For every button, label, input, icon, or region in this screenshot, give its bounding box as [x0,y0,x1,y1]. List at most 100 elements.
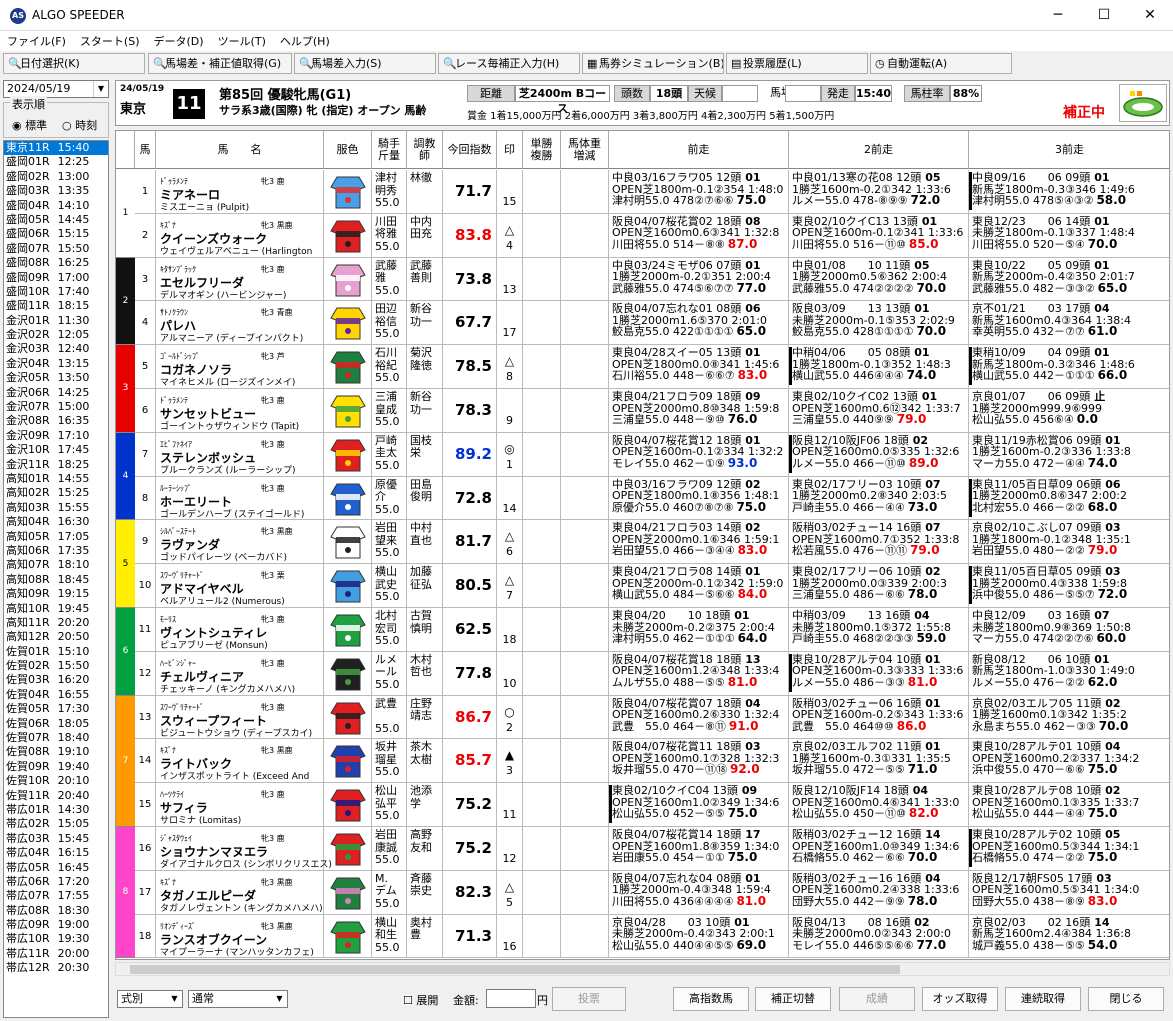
menu-item[interactable]: ツール(T) [211,31,273,51]
race-list-item[interactable]: 金沢02R 12:05 [4,328,108,342]
race-list-item[interactable]: 佐賀11R 20:40 [4,789,108,803]
toolbar-button[interactable]: 🔍日付選択(K) [3,53,145,74]
race-list-item[interactable]: 佐賀10R 20:10 [4,774,108,788]
bet-mode-select[interactable]: 通常 ▼ [188,990,288,1008]
race-list-item[interactable]: 佐賀05R 17:30 [4,702,108,716]
race-list-item[interactable]: 金沢01R 11:30 [4,314,108,328]
horse-row[interactable]: 18 ﾘｵﾝﾃﾞｨｰｽﾞ 牝3 黒鹿 ランスオブクイーン マイプーラーナ (マンハッタン… [135,914,1169,959]
high-index-button[interactable]: 高指数馬 [673,987,749,1011]
race-list-item[interactable]: 高知07R 18:10 [4,558,108,572]
horse-row[interactable]: 1 ﾄﾞｩﾗﾒﾝﾃ 牝3 鹿ミアネーロ ミスエーニョ (Pulpit) 津村 明秀 55.0… [135,170,1169,214]
horse-row[interactable]: 14 ｷｽﾞﾅ 牝3 黒鹿 ライトバック インザスポットライト (Exceed And 坂… [135,739,1169,784]
race-list-item[interactable]: 高知02R 15:25 [4,486,108,500]
mark-header[interactable]: 印 [497,131,523,169]
horse-row[interactable]: 8 ﾙｰﾗｰｼｯﾌﾟ 牝3 鹿ホーエリート ゴールデンハープ (ステイゴールド) 原優介… [135,476,1169,521]
horse-number-header[interactable] [116,131,135,169]
race-list-item[interactable]: 高知01R 14:55 [4,472,108,486]
continuous-fetch-button[interactable]: 連続取得 [1005,987,1081,1011]
race-list-item[interactable]: 盛岡08R 16:25 [4,256,108,270]
race-list-item[interactable]: 金沢07R 15:00 [4,400,108,414]
horse-row[interactable]: 10 ｽﾜｰｳﾞﾘﾁｬｰﾄﾞ 牝3 栗アドマイヤベル ベルアリュール2 (Numero… [135,564,1169,608]
odds-header[interactable]: 単勝 複勝 [523,131,561,169]
race-list-item[interactable]: 金沢04R 13:15 [4,357,108,371]
race-list-item[interactable]: 金沢09R 17:10 [4,429,108,443]
race-list-item[interactable]: 高知03R 15:55 [4,501,108,515]
horizontal-scrollbar[interactable] [115,962,1170,976]
toolbar-button[interactable]: 🔍馬場差入力(S) [294,53,436,74]
race-list-item[interactable]: 盛岡01R 12:25 [4,155,108,169]
race-list-item[interactable]: 帯広09R 19:00 [4,918,108,932]
race-list-item[interactable]: 高知05R 17:05 [4,530,108,544]
race-list-item[interactable]: 帯広11R 20:00 [4,947,108,961]
horse-row[interactable]: 15 ﾊｰﾂｸﾗｲ 牝3 鹿サフィラ サロミナ (Lomitas) 松山 弘平 55.0 池添… [135,783,1169,827]
race-list-item[interactable]: 盛岡10R 17:40 [4,285,108,299]
race-list-item[interactable]: 金沢03R 12:40 [4,342,108,356]
index-header[interactable]: 今回指数 [443,131,497,169]
weight-header[interactable]: 馬体重 増減 [561,131,609,169]
race-list-item[interactable]: 東京11R 15:40 [4,141,108,156]
race-list-item[interactable]: 帯広12R 20:30 [4,961,108,975]
race-list-item[interactable]: 盛岡02R 13:00 [4,170,108,184]
race-list-item[interactable]: 盛岡05R 14:45 [4,213,108,227]
race-list-item[interactable]: 盛岡09R 17:00 [4,271,108,285]
race-list-item[interactable]: 高知12R 20:50 [4,630,108,644]
horse-row[interactable]: 6 ﾄﾞｩﾗﾒﾝﾃ 牝3 鹿サンセットビュー ゴーイントゥザウィンドウ (Tapit)… [135,389,1169,433]
toolbar-button[interactable]: ▦ 馬券シミュレーション(B) [582,53,724,74]
prev3-header[interactable]: 3前走 [969,131,1169,169]
race-list-item[interactable]: 高知10R 19:45 [4,602,108,616]
horse-name-header[interactable]: 馬 名 [156,131,324,169]
menu-item[interactable]: データ(D) [147,31,211,51]
menu-item[interactable]: ヘルプ(H) [273,31,337,51]
race-list-item[interactable]: 佐賀07R 18:40 [4,731,108,745]
toolbar-button[interactable]: ▤ 投票履歴(L) [726,53,868,74]
order-time-radio[interactable]: ○ 時刻 [62,117,97,133]
silk-header[interactable]: 服色 [324,131,372,169]
race-list-item[interactable]: 帯広06R 17:20 [4,875,108,889]
race-list-item[interactable]: 盛岡11R 18:15 [4,299,108,313]
race-list-item[interactable]: 佐賀04R 16:55 [4,688,108,702]
race-list-item[interactable]: 帯広01R 14:30 [4,803,108,817]
menu-item[interactable]: ファイル(F) [0,31,73,51]
horse-row[interactable]: 2 ｷｽﾞﾅ 牝3 黒鹿 クイーンズウォーク ウェイヴェルアベニュー (Harlingt… [135,213,1169,258]
toolbar-button[interactable]: 🔍馬場差・補正値取得(G) [148,53,292,74]
race-list-item[interactable]: 帯広05R 16:45 [4,861,108,875]
race-list-item[interactable]: 金沢08R 16:35 [4,414,108,428]
race-list-item[interactable]: 盛岡03R 13:35 [4,184,108,198]
race-list-item[interactable]: 高知06R 17:35 [4,544,108,558]
trainer-header[interactable]: 調教 師 [407,131,443,169]
race-list[interactable]: 東京11R 15:40 盛岡01R 12:25 盛岡02R 13:00 盛岡03R 13:35… [3,140,109,1018]
race-list-item[interactable]: 高知11R 20:20 [4,616,108,630]
horse-row[interactable]: 5 ｺﾞｰﾙﾄﾞｼｯﾌﾟ 牝3 芦コガネノソラ マイネヒメル (ロージズインメイ) 石川… [135,345,1169,389]
minimize-button[interactable]: ─ [1035,0,1081,31]
prev1-header[interactable]: 前走 [609,131,789,169]
race-list-item[interactable]: 佐賀01R 15:10 [4,645,108,659]
race-list-item[interactable]: 金沢05R 13:50 [4,371,108,385]
race-list-item[interactable]: 帯広10R 19:30 [4,932,108,946]
race-list-item[interactable]: 佐賀06R 18:05 [4,717,108,731]
toolbar-button[interactable]: 🔍レース毎補正入力(H) [438,53,580,74]
maximize-button[interactable]: ☐ [1081,0,1127,31]
race-list-item[interactable]: 高知04R 16:30 [4,515,108,529]
expand-checkbox[interactable]: ☐ 展開 [403,992,438,1008]
race-list-item[interactable]: 佐賀03R 16:20 [4,673,108,687]
race-list-item[interactable]: 金沢06R 14:25 [4,386,108,400]
chevron-down-icon[interactable]: ▼ [272,991,287,1007]
race-list-item[interactable]: 帯広08R 18:30 [4,904,108,918]
race-list-item[interactable]: 帯広03R 15:45 [4,832,108,846]
chevron-down-icon[interactable]: ▼ [93,81,108,97]
chevron-down-icon[interactable]: ▼ [167,991,182,1007]
menu-item[interactable]: スタート(S) [73,31,147,51]
horse-row[interactable]: 17 ｷｽﾞﾅ 牝3 黒鹿 タガノエルピーダ タガノレヴェントン (キングカメハメハ) M… [135,870,1169,915]
horse-number-header[interactable]: 馬 [135,131,156,169]
race-list-item[interactable]: 金沢10R 17:45 [4,443,108,457]
race-list-item[interactable]: 盛岡04R 14:10 [4,199,108,213]
close-window-button[interactable]: ✕ [1127,0,1173,31]
jockey-header[interactable]: 騎手 斤量 [372,131,407,169]
race-list-item[interactable]: 佐賀08R 19:10 [4,745,108,759]
order-standard-radio[interactable]: ◉ 標準 [12,117,47,133]
horse-row[interactable]: 3 ｷﾀｻﾝﾌﾞﾗｯｸ 牝3 鹿エセルフリーダ デルマオギン (ハービンジャー) 武藤雅… [135,257,1169,302]
horse-row[interactable]: 4 ｻﾄﾉｸﾗｳﾝ 牝3 青鹿 パレハ アルマニーア (ディープインパクト) 田辺 裕信 55… [135,301,1169,346]
horse-row[interactable]: 13 ｽﾜｰｳﾞﾘﾁｬｰﾄﾞ 牝3 鹿スウィープフィート ビジュートウショウ (ディー… [135,695,1169,740]
race-list-item[interactable]: 帯広07R 17:55 [4,889,108,903]
horse-row[interactable]: 11 ﾓｰﾘｽ 牝3 鹿ヴィントシュティレ ピュアブリーゼ (Monsun) 北村 宏司 5… [135,608,1169,652]
